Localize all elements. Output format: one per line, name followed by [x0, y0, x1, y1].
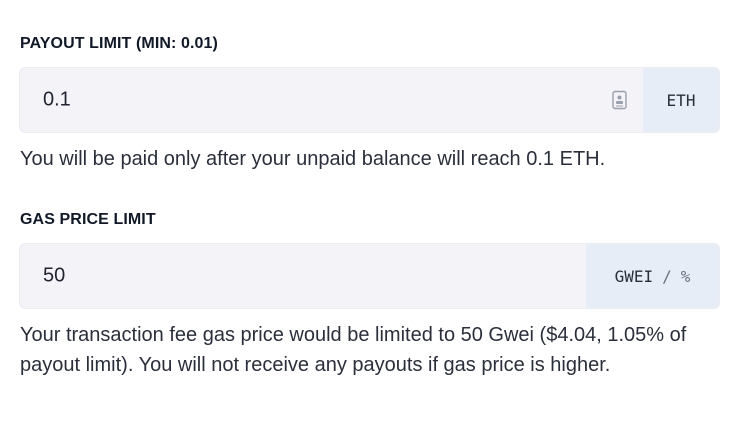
gas-price-input[interactable]: 50	[43, 265, 65, 288]
gas-unit-toggle[interactable]: GWEI / %	[586, 244, 719, 308]
payout-unit: ETH	[643, 68, 719, 132]
payout-limit-help: You will be paid only after your unpaid …	[20, 148, 606, 170]
gas-price-help: Your transaction fee gas price would be …	[20, 324, 687, 376]
gas-unit-separator: /	[662, 266, 672, 286]
payout-unit-label: ETH	[666, 90, 696, 110]
autofill-icon[interactable]	[612, 90, 627, 110]
payout-limit-field[interactable]: 0.1 ETH	[19, 67, 720, 133]
payout-limit-label: PAYOUT LIMIT (MIN: 0.01)	[20, 35, 218, 52]
gas-unit-gwei[interactable]: GWEI	[615, 267, 654, 286]
gas-price-field[interactable]: 50 GWEI / %	[19, 243, 720, 309]
gas-price-label: GAS PRICE LIMIT	[20, 211, 156, 228]
gas-unit-percent[interactable]: %	[681, 267, 691, 286]
payout-limit-input[interactable]: 0.1	[43, 89, 71, 112]
